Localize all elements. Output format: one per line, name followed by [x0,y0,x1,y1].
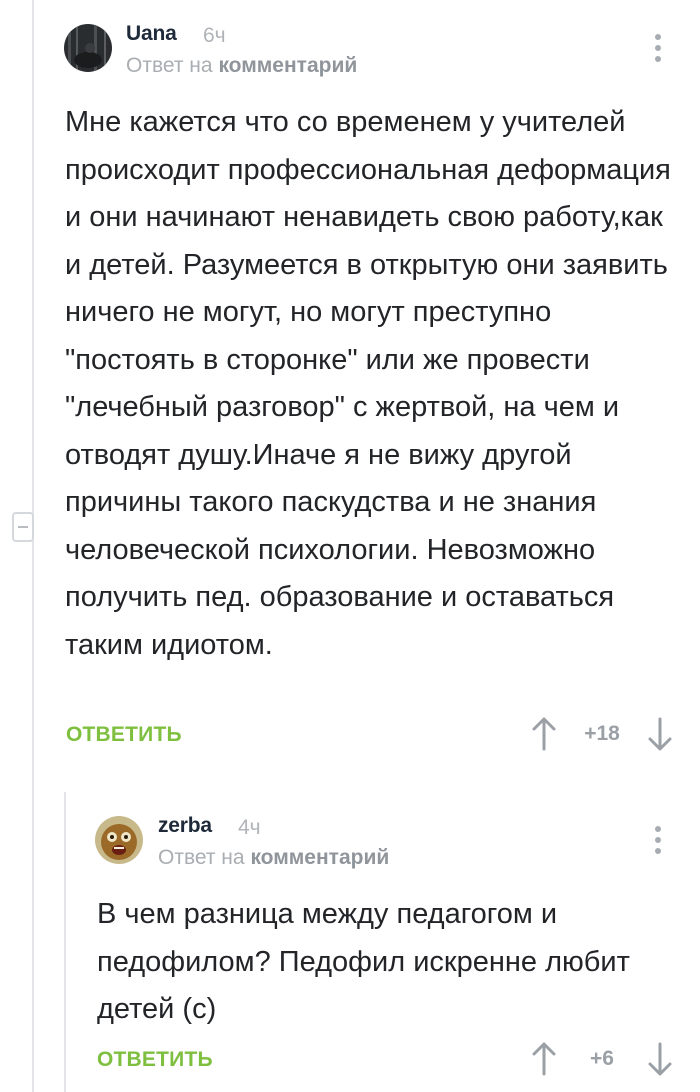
avatar-image [95,816,143,864]
reply-button[interactable]: ОТВЕТИТЬ [97,1048,213,1072]
reply-button[interactable]: ОТВЕТИТЬ [66,723,182,747]
reply-to-target-link[interactable]: комментарий [250,846,389,869]
reply-to-info: Ответ на комментарий [158,846,389,870]
downvote-icon[interactable] [648,716,672,752]
avatar[interactable] [95,816,143,864]
reply-thread-line [64,792,66,1092]
vote-controls: +18 [532,716,682,752]
reply-to-target-link[interactable]: комментарий [218,54,357,77]
thread-line [32,0,34,1092]
collapse-thread-button[interactable] [12,512,34,542]
reply-to-info: Ответ на комментарий [126,54,357,78]
upvote-icon[interactable] [532,716,556,752]
comment-body: Мне кажется что со временем у учителей п… [65,106,671,661]
more-options-icon[interactable] [653,826,663,860]
rating-value: +6 [590,1047,614,1070]
downvote-icon[interactable] [648,1041,672,1077]
reply-to-prefix: Ответ на [158,846,245,869]
comment-author[interactable]: zerba [158,814,212,838]
upvote-icon[interactable] [532,1041,556,1077]
vote-controls: +6 [532,1041,682,1077]
comment-time: 6ч [203,24,226,47]
avatar[interactable] [64,24,112,72]
comment-time: 4ч [238,816,261,839]
comment-author[interactable]: Uana [126,22,177,46]
rating-value: +18 [584,722,620,745]
comment-body: В чем разница между педагогом и педофило… [97,898,630,1025]
avatar-image [64,24,112,72]
reply-to-prefix: Ответ на [126,54,213,77]
more-options-icon[interactable] [653,34,663,68]
